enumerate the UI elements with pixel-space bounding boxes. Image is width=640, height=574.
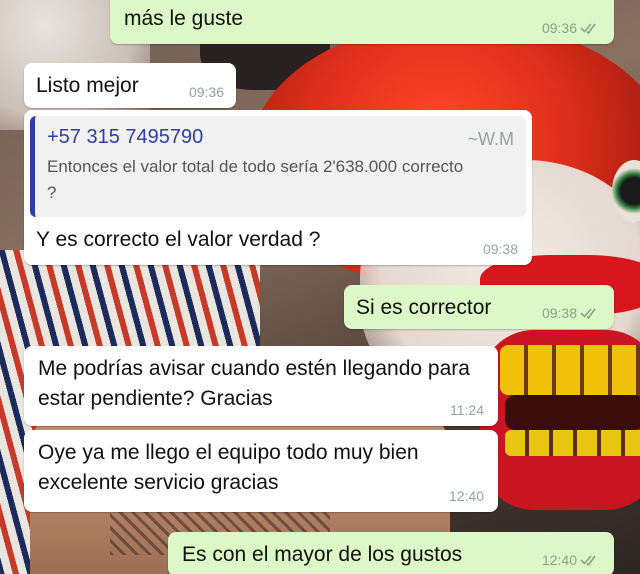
message-meta: 12:40	[542, 550, 600, 570]
message-time: 09:36	[541, 19, 577, 36]
message-meta: 12:40	[449, 486, 484, 506]
message-time: 12:40	[541, 551, 577, 568]
message-bubble-incoming[interactable]: Me podrías avisar cuando estén llegando …	[24, 346, 498, 426]
message-text: Y es correcto el valor verdad ?	[36, 227, 321, 251]
message-bubble-outgoing[interactable]: más le guste 09:36	[110, 0, 614, 44]
double-check-icon	[580, 555, 596, 566]
double-check-icon	[580, 308, 596, 319]
message-meta: 09:36	[189, 82, 224, 102]
message-bubble-incoming[interactable]: +57 315 7495790 ~W.M Entonces el valor t…	[24, 110, 532, 265]
message-time: 09:38	[541, 304, 577, 321]
message-bubble-outgoing[interactable]: Es con el mayor de los gustos 12:40	[168, 532, 614, 574]
message-text: más le guste	[124, 7, 244, 30]
quoted-sender-alias: ~W.M	[467, 129, 514, 149]
quoted-message[interactable]: +57 315 7495790 ~W.M Entonces el valor t…	[30, 116, 526, 217]
message-bubble-incoming[interactable]: Listo mejor 09:36	[24, 63, 236, 108]
message-meta: 09:36	[542, 18, 600, 38]
message-meta: 09:38	[483, 239, 518, 259]
message-meta: 09:38	[542, 303, 600, 323]
double-check-icon	[580, 23, 596, 34]
message-time: 11:24	[450, 401, 484, 418]
message-time: 12:40	[448, 487, 484, 504]
quoted-sender: +57 315 7495790	[47, 126, 204, 148]
message-text: Me podrías avisar cuando estén llegando …	[38, 357, 470, 411]
message-text: Oye ya me llego el equipo todo muy bien …	[38, 441, 419, 495]
message-meta: 11:24	[450, 400, 484, 420]
message-bubble-incoming[interactable]: Oye ya me llego el equipo todo muy bien …	[24, 430, 498, 512]
message-bubble-outgoing[interactable]: Si es corrector 09:38	[344, 285, 614, 329]
message-time: 09:36	[188, 83, 224, 100]
message-text: Es con el mayor de los gustos	[182, 543, 463, 566]
message-time: 09:38	[482, 240, 518, 257]
quoted-text: Entonces el valor total de todo sería 2'…	[47, 157, 464, 203]
